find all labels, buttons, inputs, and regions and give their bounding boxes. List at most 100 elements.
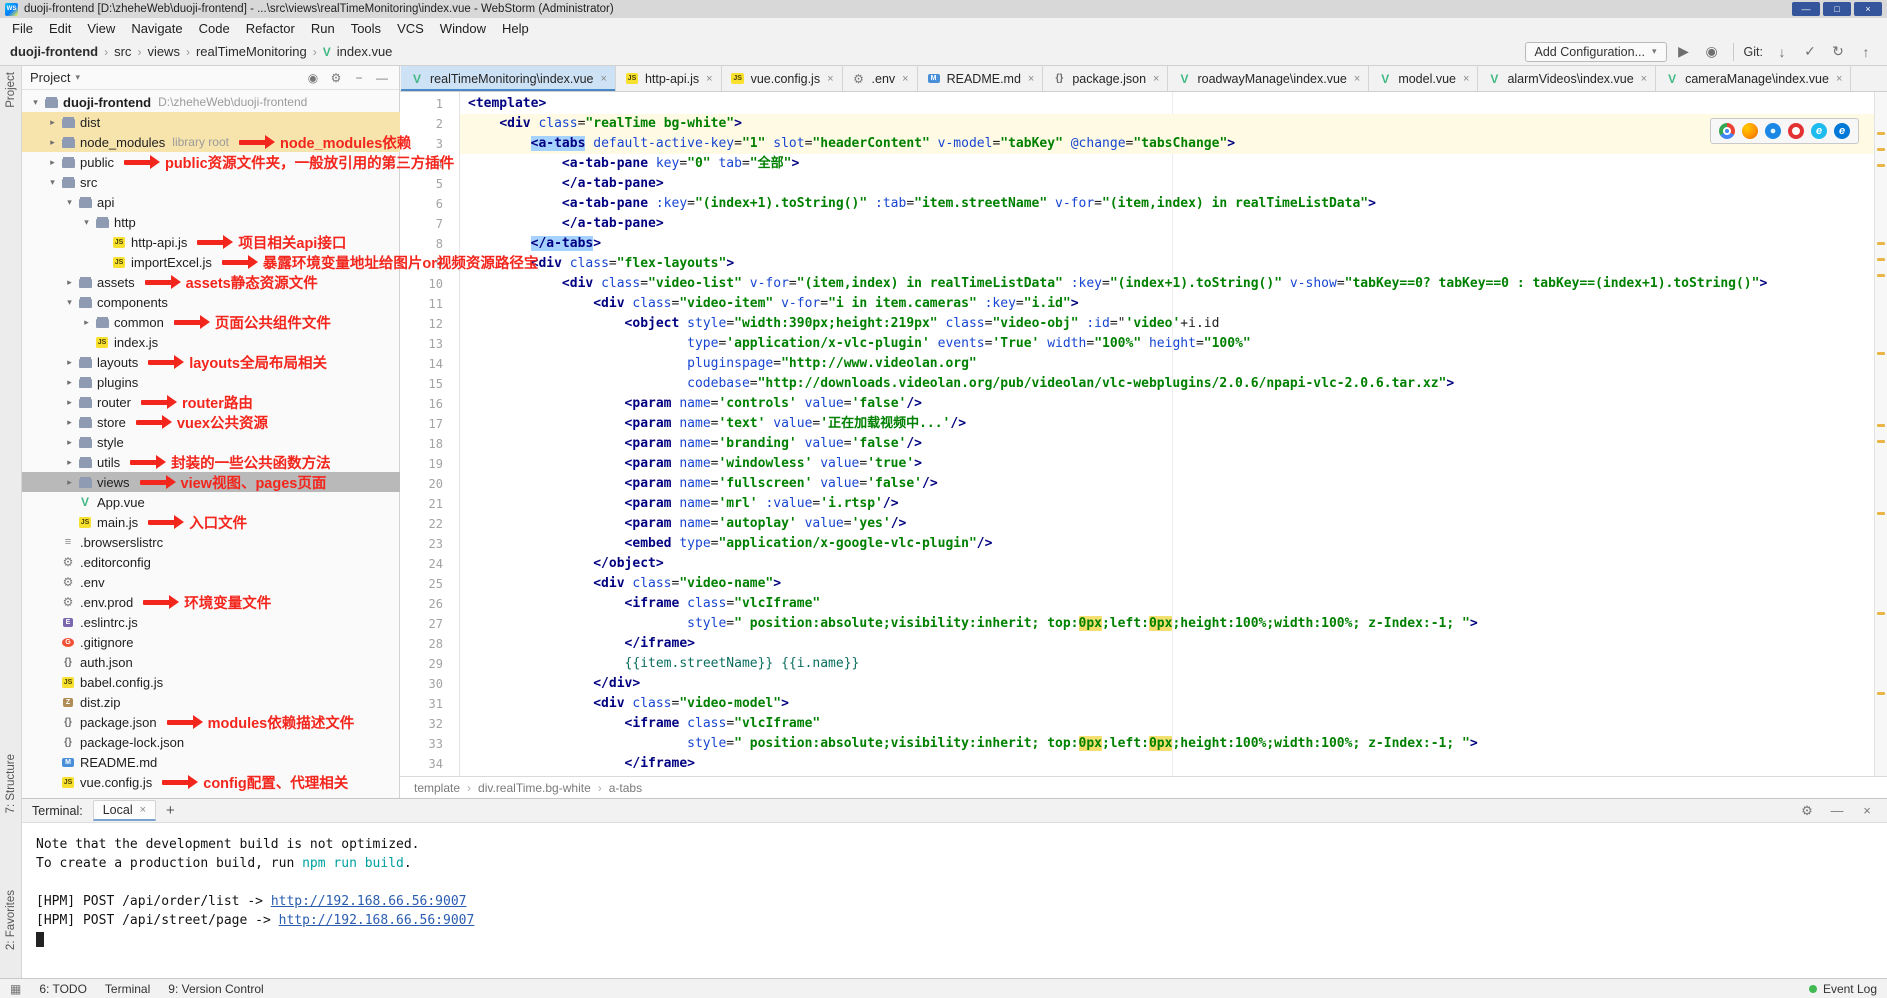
- warning-mark-icon[interactable]: [1877, 692, 1885, 695]
- code-line-31[interactable]: <div class="video-model">: [460, 694, 1887, 714]
- line-number[interactable]: 18: [400, 434, 459, 454]
- tree-item-assets[interactable]: ▸assetsassets静态资源文件: [22, 272, 400, 292]
- code-line-7[interactable]: </a-tab-pane>: [460, 214, 1887, 234]
- editor-tab-http-api-js[interactable]: http-api.js×: [616, 66, 722, 91]
- close-icon[interactable]: ×: [902, 73, 908, 85]
- line-number[interactable]: 11: [400, 294, 459, 314]
- editor-tab-alarmvideos-index-vue[interactable]: ValarmVideos\index.vue×: [1478, 66, 1656, 91]
- warning-mark-icon[interactable]: [1877, 242, 1885, 245]
- tree-item-views[interactable]: ▸viewsview视图、pages页面: [22, 472, 400, 492]
- menu-run[interactable]: Run: [303, 20, 343, 37]
- line-number[interactable]: 13: [400, 334, 459, 354]
- tree-item-importexcel-js[interactable]: importExcel.js暴露环境变量地址给图片or视频资源路径宝: [22, 252, 400, 272]
- tree-chevron-icon[interactable]: ▾: [62, 297, 77, 308]
- add-configuration-button[interactable]: Add Configuration... ▾: [1525, 42, 1667, 62]
- git-push-icon[interactable]: ↑: [1855, 44, 1877, 60]
- toolwindow-button-project[interactable]: Project: [0, 72, 22, 108]
- tree-item-components[interactable]: ▾components: [22, 292, 400, 312]
- menu-edit[interactable]: Edit: [41, 20, 79, 37]
- line-number[interactable]: 27: [400, 614, 459, 634]
- line-number[interactable]: 28: [400, 634, 459, 654]
- close-icon[interactable]: ×: [1836, 73, 1842, 85]
- line-number[interactable]: 25: [400, 574, 459, 594]
- project-panel-title[interactable]: Project: [30, 70, 70, 85]
- line-number[interactable]: 1: [400, 94, 459, 114]
- code-line-6[interactable]: <a-tab-pane :key="(index+1).toString()" …: [460, 194, 1887, 214]
- tree-item-babel-config-js[interactable]: babel.config.js: [22, 672, 400, 692]
- line-number[interactable]: 19: [400, 454, 459, 474]
- line-number[interactable]: 15: [400, 374, 459, 394]
- hide-panel-icon[interactable]: —: [373, 71, 391, 85]
- tree-item-http-api-js[interactable]: http-api.js项目相关api接口: [22, 232, 400, 252]
- line-number[interactable]: 6: [400, 194, 459, 214]
- code-line-5[interactable]: </a-tab-pane>: [460, 174, 1887, 194]
- code-line-24[interactable]: </object>: [460, 554, 1887, 574]
- tree-chevron-icon[interactable]: ▸: [79, 317, 94, 328]
- toolwindow-switcher-icon[interactable]: ▦: [10, 982, 21, 996]
- terminal-output[interactable]: Note that the development build is not o…: [22, 823, 1887, 978]
- tree-chevron-icon[interactable]: ▸: [45, 117, 60, 128]
- tree-item-store[interactable]: ▸storevuex公共资源: [22, 412, 400, 432]
- tree-item-app-vue[interactable]: VApp.vue: [22, 492, 400, 512]
- warning-mark-icon[interactable]: [1877, 132, 1885, 135]
- line-number[interactable]: 30: [400, 674, 459, 694]
- tree-chevron-icon[interactable]: ▸: [45, 157, 60, 168]
- tree-chevron-icon[interactable]: ▸: [62, 457, 77, 468]
- editor-breadcrumb-div-realtime-bg-white[interactable]: div.realTime.bg-white: [478, 781, 591, 795]
- code-line-20[interactable]: <param name='fullscreen' value='false'/>: [460, 474, 1887, 494]
- breadcrumb-realtimemonitoring[interactable]: realTimeMonitoring: [196, 44, 307, 59]
- debug-icon[interactable]: ◉: [1701, 43, 1723, 60]
- line-number[interactable]: 12: [400, 314, 459, 334]
- editor-tab-env[interactable]: ⚙.env×: [843, 66, 918, 91]
- git-history-icon[interactable]: ↻: [1827, 43, 1849, 60]
- close-icon[interactable]: ×: [706, 73, 712, 85]
- close-icon[interactable]: ×: [1463, 73, 1469, 85]
- safari-browser-icon[interactable]: [1765, 123, 1781, 139]
- tree-item-vue-config-js[interactable]: vue.config.jsconfig配置、代理相关: [22, 772, 400, 792]
- close-icon[interactable]: ×: [1153, 73, 1159, 85]
- menu-refactor[interactable]: Refactor: [238, 20, 303, 37]
- collapse-all-icon[interactable]: −: [350, 71, 368, 85]
- tree-item-plugins[interactable]: ▸plugins: [22, 372, 400, 392]
- warning-mark-icon[interactable]: [1877, 612, 1885, 615]
- line-number[interactable]: 16: [400, 394, 459, 414]
- tree-item-auth-json[interactable]: {}auth.json: [22, 652, 400, 672]
- menu-navigate[interactable]: Navigate: [123, 20, 190, 37]
- minimize-panel-icon[interactable]: —: [1827, 803, 1847, 818]
- terminal-link[interactable]: http://192.168.66.56:9007: [271, 894, 467, 909]
- editor-tab-cameramanage-index-vue[interactable]: VcameraManage\index.vue×: [1656, 66, 1851, 91]
- line-number[interactable]: 33: [400, 734, 459, 754]
- opera-browser-icon[interactable]: [1788, 123, 1804, 139]
- tree-item-public[interactable]: ▸publicpublic资源文件夹，一般放引用的第三方插件: [22, 152, 400, 172]
- edge-browser-icon[interactable]: e: [1834, 123, 1850, 139]
- code-line-16[interactable]: <param name='controls' value='false'/>: [460, 394, 1887, 414]
- line-number[interactable]: 10: [400, 274, 459, 294]
- event-log-button[interactable]: Event Log: [1809, 982, 1877, 996]
- editor-tab-roadwaymanage-index-vue[interactable]: VroadwayManage\index.vue×: [1168, 66, 1369, 91]
- code-line-28[interactable]: </iframe>: [460, 634, 1887, 654]
- line-number[interactable]: 21: [400, 494, 459, 514]
- line-number[interactable]: 26: [400, 594, 459, 614]
- new-terminal-icon[interactable]: +: [166, 802, 175, 819]
- editor-tab-readme-md[interactable]: README.md×: [918, 66, 1044, 91]
- maximize-button[interactable]: □: [1823, 2, 1851, 16]
- tree-chevron-icon[interactable]: ▾: [28, 97, 43, 108]
- warning-mark-icon[interactable]: [1877, 148, 1885, 151]
- tree-item-dist-zip[interactable]: dist.zip: [22, 692, 400, 712]
- code-line-27[interactable]: style=" position:absolute;visibility:inh…: [460, 614, 1887, 634]
- line-number[interactable]: 31: [400, 694, 459, 714]
- code-line-1[interactable]: <template>: [460, 94, 1887, 114]
- line-number[interactable]: 24: [400, 554, 459, 574]
- line-number[interactable]: 29: [400, 654, 459, 674]
- close-icon[interactable]: ×: [140, 804, 146, 816]
- code-line-11[interactable]: <div class="video-item" v-for="i in item…: [460, 294, 1887, 314]
- close-icon[interactable]: ×: [827, 73, 833, 85]
- code-line-2[interactable]: <div class="realTime bg-white">: [460, 114, 1887, 134]
- warning-mark-icon[interactable]: [1877, 164, 1885, 167]
- code-line-10[interactable]: <div class="video-list" v-for="(item,ind…: [460, 274, 1887, 294]
- editor-breadcrumb-template[interactable]: template: [414, 781, 460, 795]
- code-line-22[interactable]: <param name='autoplay' value='yes'/>: [460, 514, 1887, 534]
- chevron-down-icon[interactable]: ▾: [75, 72, 80, 83]
- code-line-21[interactable]: <param name='mrl' :value='i.rtsp'/>: [460, 494, 1887, 514]
- code-content[interactable]: <template> <div class="realTime bg-white…: [460, 92, 1887, 776]
